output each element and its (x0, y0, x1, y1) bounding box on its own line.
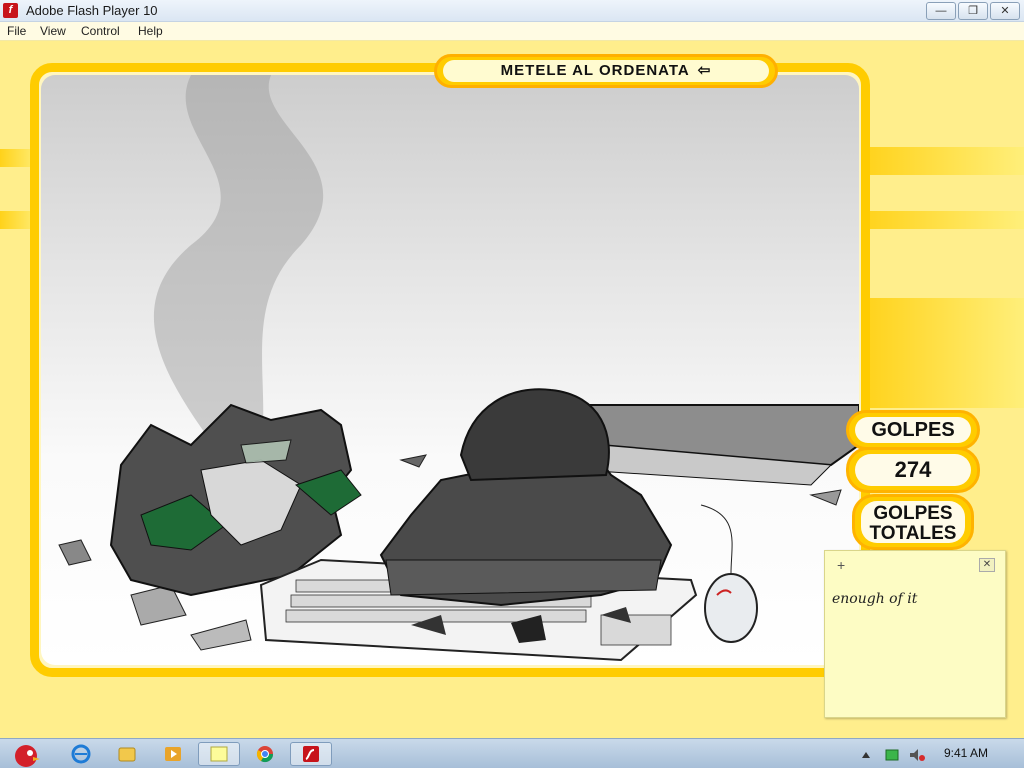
golpes-label-pill: GOLPES (846, 410, 980, 450)
monitor-back (459, 388, 610, 482)
menu-bar: File View Control Help (0, 22, 1024, 41)
decor-stripe (862, 147, 1024, 175)
decor-stripe (862, 211, 1024, 229)
golpes-totales-pill[interactable]: GOLPES TOTALES (852, 494, 974, 550)
golpes-value: 274 (855, 454, 971, 486)
game-title-banner[interactable]: METELE AL ORDENATA ⇦ (434, 54, 778, 88)
golpes-label: GOLPES (855, 417, 971, 443)
game-screen[interactable] (41, 75, 859, 665)
flash-player-icon: f (3, 3, 18, 18)
mouse-cable (700, 504, 733, 574)
taskbar-ie[interactable] (60, 742, 102, 766)
menu-help[interactable]: Help (138, 24, 163, 38)
back-arrow-icon[interactable]: ⇦ (698, 60, 712, 82)
debris (809, 489, 842, 506)
close-note-icon[interactable]: ✕ (979, 558, 995, 572)
show-hidden-icons-icon (862, 752, 870, 758)
note-text[interactable]: enough of it (832, 591, 917, 607)
debris (399, 454, 427, 468)
ie-icon (71, 744, 91, 764)
network-icon (885, 749, 899, 761)
monitor-base (385, 559, 662, 596)
menu-control[interactable]: Control (81, 24, 120, 38)
explorer-icon (118, 747, 136, 762)
taskbar-flash[interactable] (290, 742, 332, 766)
taskbar: 9:41 AM (0, 738, 1024, 768)
taskbar-media-player[interactable] (152, 742, 194, 766)
angry-bird-icon (15, 745, 40, 767)
window-title: Adobe Flash Player 10 (26, 3, 158, 18)
smashed-computer-scene (58, 75, 859, 662)
mouse (704, 573, 758, 643)
golpes-totales-label: GOLPES TOTALES (861, 501, 965, 544)
sticky-note[interactable]: + ✕ enough of it (824, 550, 1006, 718)
close-button[interactable]: ✕ (990, 2, 1020, 20)
smoke (153, 75, 324, 455)
restore-button[interactable]: ❐ (958, 2, 988, 20)
taskbar-sticky-notes[interactable] (198, 742, 240, 766)
taskbar-explorer[interactable] (106, 742, 148, 766)
start-button[interactable] (6, 742, 44, 767)
chrome-icon (256, 746, 274, 763)
menu-view[interactable]: View (40, 24, 66, 38)
system-tray (862, 749, 925, 761)
add-note-icon[interactable]: + (837, 557, 845, 573)
system-clock[interactable]: 9:41 AM (944, 746, 988, 760)
taskbar-chrome[interactable] (244, 742, 286, 766)
menu-file[interactable]: File (7, 24, 26, 38)
window-titlebar: f Adobe Flash Player 10 — ❐ ✕ (0, 0, 1024, 22)
debris (58, 539, 92, 566)
minimize-button[interactable]: — (926, 2, 956, 20)
decor-stripe (862, 298, 1024, 408)
game-title: METELE AL ORDENATA ⇦ (443, 60, 769, 82)
flash-icon (303, 746, 319, 762)
media-player-icon (165, 747, 181, 761)
mute-badge-icon (919, 755, 925, 761)
game-title-text: METELE AL ORDENATA (500, 62, 690, 79)
golpes-value-pill: 274 (846, 447, 980, 493)
sticky-notes-icon (210, 746, 228, 762)
debris (190, 619, 252, 651)
volume-muted-icon (910, 749, 918, 761)
